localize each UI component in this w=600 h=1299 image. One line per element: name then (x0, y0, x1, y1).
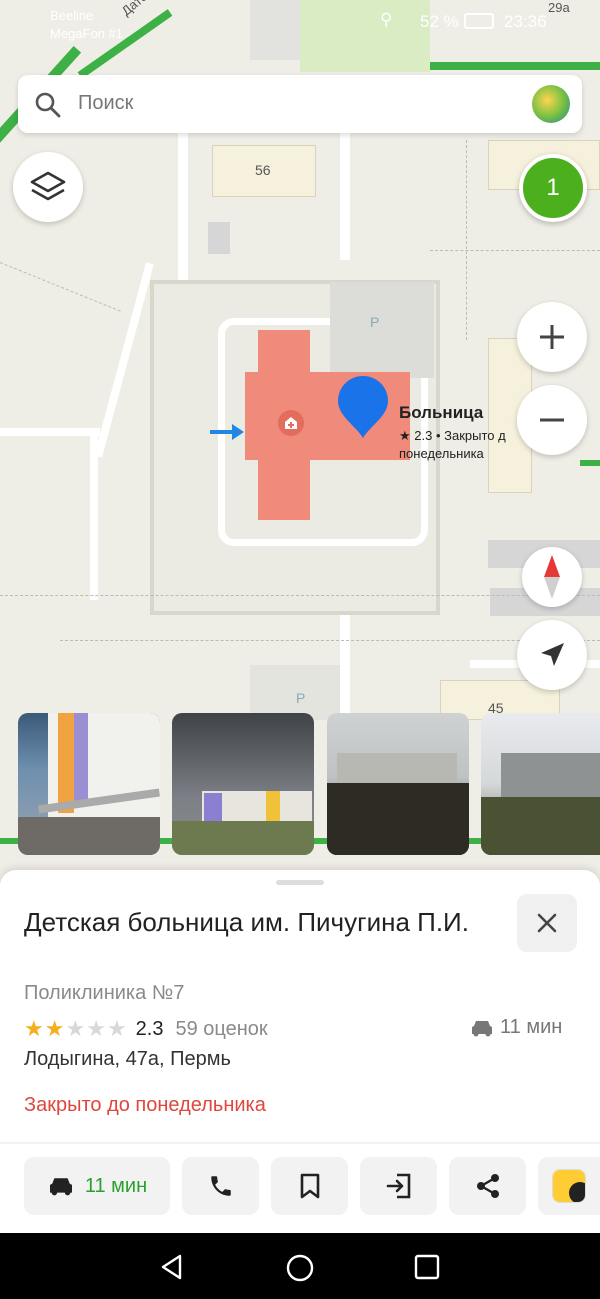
status-bar: Beeline MegaFon #1 ⚲ 52 % 23:36 (0, 0, 600, 46)
divider (0, 1142, 600, 1144)
layers-icon (30, 171, 66, 201)
place-photo[interactable] (172, 713, 314, 855)
navigation-arrow-icon (541, 643, 564, 666)
share-button[interactable] (449, 1157, 526, 1215)
parking-area (330, 282, 434, 378)
poi-name: Больница (399, 403, 484, 422)
battery-icon (464, 13, 494, 29)
location-status-icon: ⚲ (380, 10, 393, 29)
star-icon: ★ (65, 1016, 87, 1041)
phone-icon (210, 1176, 231, 1196)
building (208, 222, 230, 254)
search-bar[interactable]: Поиск (18, 75, 582, 133)
taxi-icon (552, 1169, 586, 1203)
car-icon (49, 1178, 72, 1196)
path (0, 595, 600, 596)
minus-icon (540, 418, 564, 422)
drag-handle[interactable] (276, 880, 324, 885)
recents-icon[interactable] (414, 1254, 440, 1280)
route-time: 11 мин (84, 1174, 148, 1197)
car-icon (472, 1020, 492, 1036)
entrances-button[interactable] (360, 1157, 437, 1215)
place-photo[interactable] (481, 713, 600, 855)
zoom-out-button[interactable] (517, 385, 587, 455)
star-icon: ★ (106, 1016, 128, 1041)
road (94, 262, 154, 458)
enter-icon (386, 1173, 410, 1199)
call-button[interactable] (182, 1157, 259, 1215)
route-button[interactable]: 11 мин (24, 1157, 170, 1215)
bookmark-icon (300, 1173, 319, 1199)
building-number: 56 (255, 162, 271, 178)
hospital-icon (278, 410, 304, 436)
close-button[interactable] (517, 894, 577, 952)
close-icon (537, 913, 557, 933)
back-icon[interactable] (158, 1253, 186, 1281)
place-card[interactable]: Детская больница им. Пичугина П.И. Полик… (0, 870, 600, 1233)
clock: 23:36 (504, 12, 547, 31)
rating-stars: ★★★★★ (24, 1016, 128, 1042)
compass-button[interactable] (522, 547, 582, 607)
rating-value: 2.3 (135, 1017, 164, 1040)
opening-hours[interactable]: Закрыто до понедельника (24, 1094, 266, 1117)
search-input[interactable]: Поиск (78, 92, 133, 115)
battery-level: 52 % (420, 12, 459, 31)
drive-time: 11 мин (470, 1016, 562, 1039)
place-title: Детская больница им. Пичугина П.И. (24, 907, 469, 937)
location-pin-icon[interactable] (336, 374, 390, 440)
place-photo[interactable] (18, 713, 160, 855)
road (0, 428, 100, 436)
home-icon[interactable] (285, 1253, 315, 1283)
parking-label: P (370, 314, 380, 330)
carrier-2: MegaFon #1 (50, 26, 123, 41)
entrance-arrow-icon (210, 424, 244, 440)
search-icon (35, 92, 61, 118)
cluster-badge[interactable]: 1 (519, 154, 587, 222)
my-location-button[interactable] (517, 620, 587, 690)
rating-row: ★★★★★ 2.3 59 оценок (24, 1016, 268, 1042)
bookmark-button[interactable] (271, 1157, 348, 1215)
place-address: Лодыгина, 47а, Пермь (24, 1048, 231, 1070)
route-line (400, 62, 600, 70)
path (430, 250, 600, 251)
layers-button[interactable] (13, 152, 83, 222)
road (90, 430, 98, 600)
compass-icon (544, 555, 560, 599)
route-line (580, 460, 600, 466)
place-photo[interactable] (327, 713, 469, 855)
star-icon: ★ (44, 1016, 66, 1041)
plus-icon (540, 325, 564, 349)
poi-rating: ★ 2.3 • Закрыто д (399, 428, 506, 443)
system-nav-bar (0, 1233, 600, 1299)
reviews-count[interactable]: 59 оценок (175, 1018, 267, 1041)
taxi-button[interactable] (538, 1157, 600, 1215)
poi-hours: понедельника (399, 446, 484, 461)
alice-assistant-icon[interactable] (532, 85, 570, 123)
path (466, 140, 467, 340)
parking-area (250, 665, 340, 720)
parking-label: P (296, 690, 306, 706)
star-icon: ★ (24, 1016, 45, 1041)
carrier-1: Beeline (50, 8, 94, 23)
star-icon: ★ (86, 1016, 107, 1041)
place-category: Поликлиника №7 (24, 982, 185, 1004)
zoom-in-button[interactable] (517, 302, 587, 372)
share-icon (476, 1174, 499, 1198)
road (340, 130, 350, 260)
path (0, 262, 121, 312)
